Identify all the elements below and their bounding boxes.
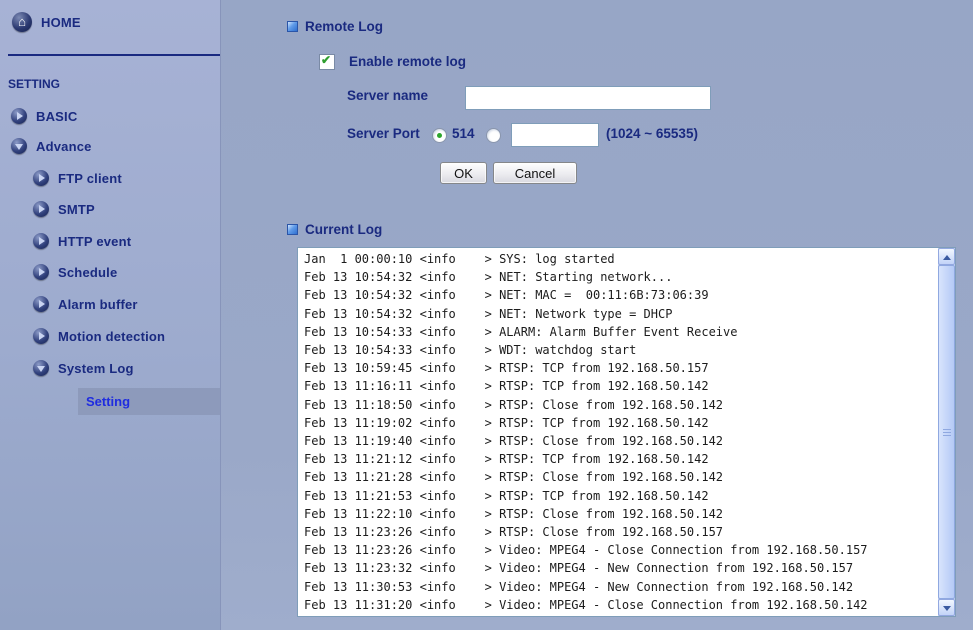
server-name-label: Server name bbox=[347, 88, 429, 103]
log-line: Feb 13 11:21:53 <info > RTSP: TCP from 1… bbox=[304, 488, 709, 503]
sidebar-item-label: Setting bbox=[86, 394, 131, 409]
log-line: Feb 13 10:54:33 <info > WDT: watchdog st… bbox=[304, 343, 637, 358]
ok-button[interactable]: OK bbox=[440, 162, 487, 184]
sidebar-item-label: HOME bbox=[41, 14, 81, 30]
sidebar-item-smtp[interactable]: SMTP bbox=[33, 199, 95, 219]
arrow-right-icon bbox=[33, 296, 49, 312]
arrow-right-icon bbox=[33, 264, 49, 280]
sidebar-item-motion-detection[interactable]: Motion detection bbox=[33, 326, 165, 346]
port-default-value-label: 514 bbox=[452, 126, 475, 141]
port-default-radio[interactable] bbox=[432, 128, 447, 143]
log-line: Feb 13 11:21:12 <info > RTSP: TCP from 1… bbox=[304, 452, 709, 467]
arrow-down-icon bbox=[11, 138, 27, 154]
scroll-up-button[interactable] bbox=[938, 248, 955, 265]
log-line: Feb 13 10:54:33 <info > ALARM: Alarm Buf… bbox=[304, 324, 738, 339]
sidebar-section-setting: SETTING bbox=[8, 77, 61, 91]
chevron-up-icon bbox=[943, 255, 951, 260]
camera-settings-page: ⌂ HOME SETTING BASIC Advance FTP client … bbox=[0, 0, 973, 630]
arrow-right-icon bbox=[33, 233, 49, 249]
section-bullet-icon bbox=[287, 224, 298, 235]
home-icon: ⌂ bbox=[12, 12, 32, 32]
port-range-hint: (1024 ~ 65535) bbox=[606, 126, 698, 141]
log-line: Feb 13 11:16:11 <info > RTSP: TCP from 1… bbox=[304, 379, 709, 394]
log-line: Feb 13 11:22:10 <info > RTSP: Close from… bbox=[304, 506, 724, 521]
log-line: Feb 13 10:54:32 <info > NET: MAC = 00:11… bbox=[304, 288, 709, 303]
sidebar-item-schedule[interactable]: Schedule bbox=[33, 262, 117, 282]
sidebar-item-basic[interactable]: BASIC bbox=[11, 106, 77, 126]
section-title: Current Log bbox=[305, 222, 383, 237]
log-line: Feb 13 10:54:32 <info > NET: Starting ne… bbox=[304, 270, 673, 285]
current-log-textarea[interactable]: Jan 1 00:00:10 <info > SYS: log started … bbox=[297, 247, 956, 617]
log-line: Jan 1 00:00:10 <info > SYS: log started bbox=[304, 252, 615, 266]
section-title: Remote Log bbox=[305, 19, 384, 34]
log-line: Feb 13 11:21:28 <info > RTSP: Close from… bbox=[304, 470, 724, 485]
scrollbar-grip-icon bbox=[943, 429, 951, 437]
log-lines: Jan 1 00:00:10 <info > SYS: log started … bbox=[298, 250, 938, 616]
sidebar-item-advance[interactable]: Advance bbox=[11, 136, 92, 156]
port-custom-radio[interactable] bbox=[486, 128, 501, 143]
server-port-label: Server Port bbox=[347, 126, 420, 141]
sidebar-item-setting[interactable]: Setting bbox=[78, 388, 220, 415]
sidebar-item-home[interactable]: ⌂ HOME bbox=[12, 12, 81, 32]
arrow-right-icon bbox=[33, 201, 49, 217]
server-name-input[interactable] bbox=[465, 86, 711, 110]
arrow-right-icon bbox=[11, 108, 27, 124]
log-line: Feb 13 10:59:45 <info > RTSP: TCP from 1… bbox=[304, 361, 709, 376]
sidebar-item-system-log[interactable]: System Log bbox=[33, 358, 134, 378]
log-line: Feb 13 11:23:26 <info > RTSP: Close from… bbox=[304, 525, 724, 540]
section-bullet-icon bbox=[287, 21, 298, 32]
cancel-button[interactable]: Cancel bbox=[493, 162, 577, 184]
enable-remote-log-label: Enable remote log bbox=[349, 54, 467, 69]
remote-log-header: Remote Log bbox=[287, 19, 383, 34]
scroll-down-button[interactable] bbox=[938, 599, 955, 616]
enable-remote-log-checkbox[interactable] bbox=[319, 53, 335, 70]
arrow-right-icon bbox=[33, 328, 49, 344]
arrow-right-icon bbox=[33, 170, 49, 186]
arrow-down-icon bbox=[33, 360, 49, 376]
log-line: Feb 13 11:18:50 <info > RTSP: Close from… bbox=[304, 397, 724, 412]
log-line: Feb 13 11:23:26 <info > Video: MPEG4 - C… bbox=[304, 543, 868, 558]
chevron-down-icon bbox=[943, 606, 951, 611]
log-line: Feb 13 11:23:32 <info > Video: MPEG4 - N… bbox=[304, 561, 854, 576]
log-line: Feb 13 11:19:02 <info > RTSP: TCP from 1… bbox=[304, 415, 709, 430]
log-line: Feb 13 11:19:40 <info > RTSP: Close from… bbox=[304, 434, 724, 449]
current-log-header: Current Log bbox=[287, 222, 382, 237]
sidebar: ⌂ HOME SETTING BASIC Advance FTP client … bbox=[0, 0, 221, 630]
log-scrollbar[interactable] bbox=[938, 248, 955, 616]
sidebar-item-http-event[interactable]: HTTP event bbox=[33, 231, 131, 251]
scrollbar-thumb[interactable] bbox=[938, 265, 955, 599]
sidebar-item-ftp-client[interactable]: FTP client bbox=[33, 168, 122, 188]
sidebar-item-alarm-buffer[interactable]: Alarm buffer bbox=[33, 294, 138, 314]
log-line: Feb 13 11:30:53 <info > Video: MPEG4 - N… bbox=[304, 579, 854, 594]
log-line: Feb 13 11:31:20 <info > Video: MPEG4 - C… bbox=[304, 597, 868, 612]
log-line: Feb 13 10:54:32 <info > NET: Network typ… bbox=[304, 306, 673, 321]
sidebar-divider bbox=[8, 54, 220, 56]
port-custom-input[interactable] bbox=[511, 123, 599, 147]
